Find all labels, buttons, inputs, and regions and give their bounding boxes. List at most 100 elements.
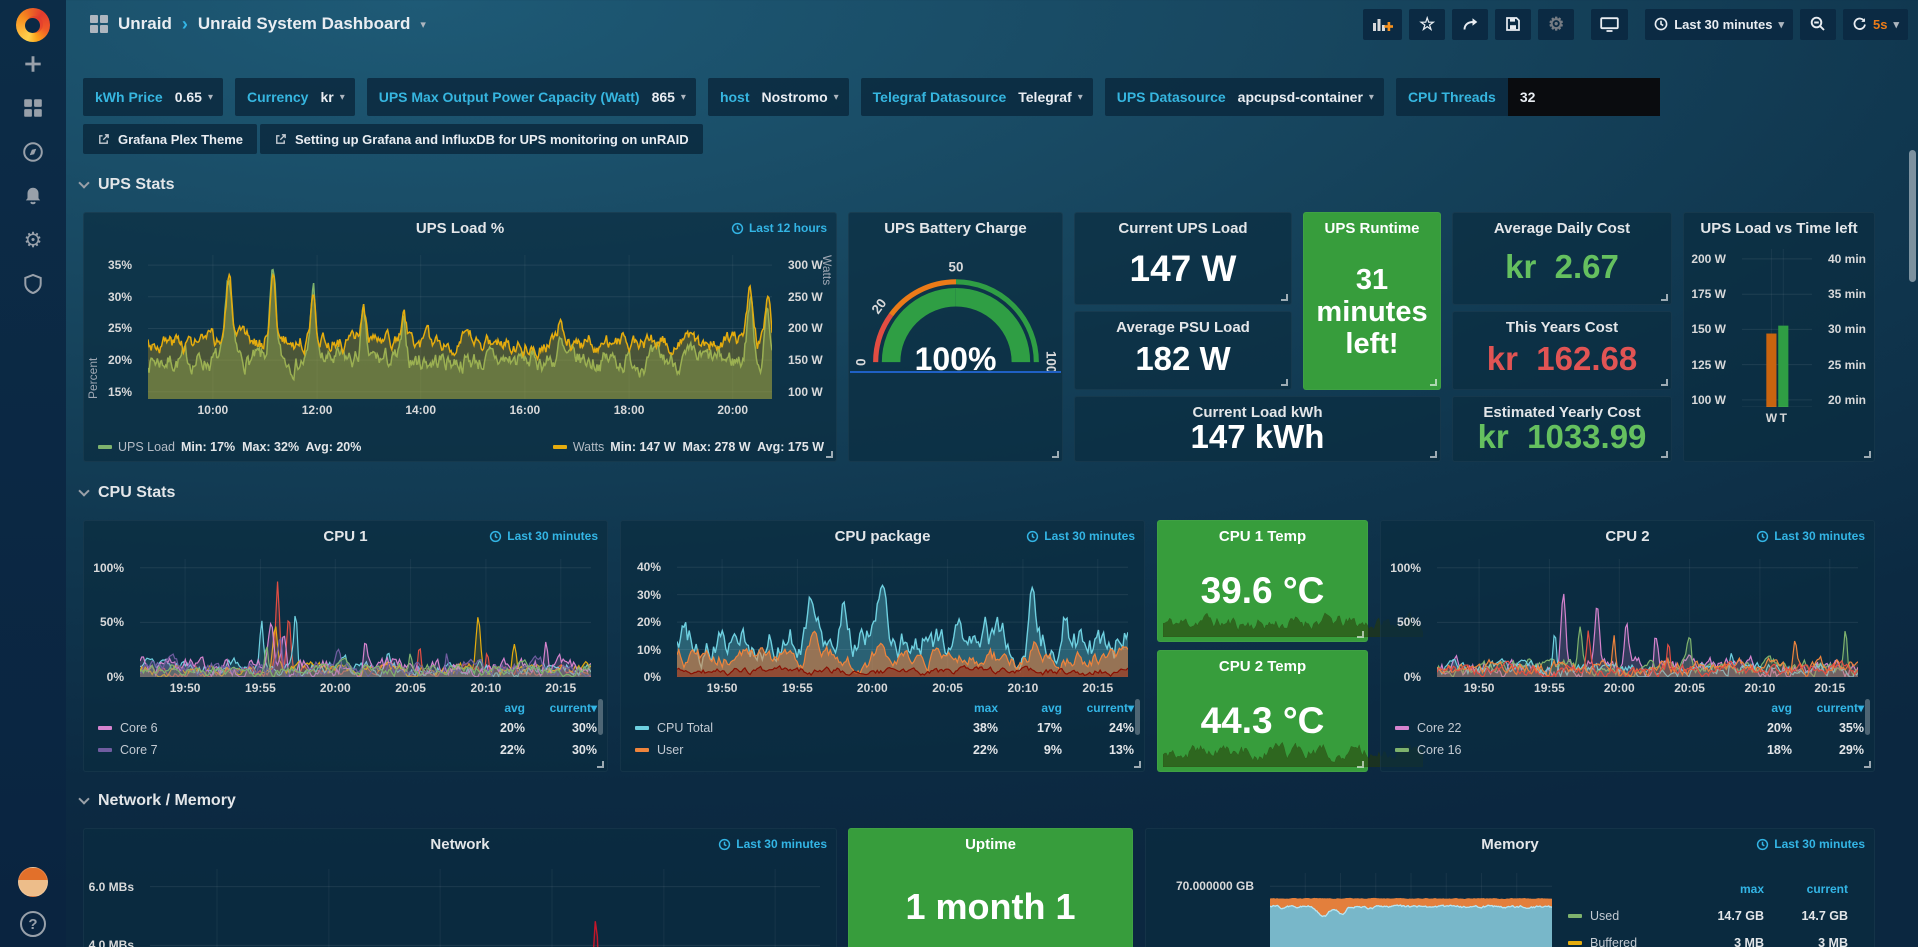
axis-tick: 0% <box>644 670 661 684</box>
panel-title[interactable]: Average Daily Cost <box>1453 220 1671 237</box>
legend-series-core16[interactable]: Core 16 <box>1395 743 1728 757</box>
axis-tick: 20:10 <box>471 681 502 695</box>
clock-icon <box>1756 838 1769 851</box>
panel-resize-handle[interactable] <box>1430 379 1437 386</box>
create-plus-icon[interactable] <box>0 42 66 86</box>
panel-resize-handle[interactable] <box>1052 451 1059 458</box>
load-vs-time-bar-chart[interactable] <box>1742 249 1812 407</box>
panel-title[interactable]: Average PSU Load <box>1075 319 1291 336</box>
alerting-bell-icon[interactable] <box>0 174 66 218</box>
panel-title[interactable]: CPU 1 Temp <box>1158 528 1367 545</box>
time-range-badge: Last 12 hours <box>731 221 827 235</box>
panel-resize-handle[interactable] <box>1661 451 1668 458</box>
panel-resize-handle[interactable] <box>1357 631 1364 638</box>
legend: avgcurrent▾ Core 620%30% Core 722%30% <box>98 699 597 765</box>
help-icon[interactable]: ? <box>20 911 46 937</box>
legend-header-avg[interactable]: avg <box>998 701 1062 715</box>
legend-row: Core 1618%29% <box>1395 739 1864 761</box>
legend-series-buffered[interactable]: Buffered <box>1568 936 1672 947</box>
legend-series-watts[interactable]: WattsMin: 147 W Max: 278 W Avg: 175 W <box>553 440 824 454</box>
panel-title[interactable]: Current UPS Load <box>1075 220 1291 237</box>
legend-header-current[interactable]: current▾ <box>1062 701 1134 715</box>
explore-compass-icon[interactable] <box>0 130 66 174</box>
axis-tick: 20:15 <box>1814 681 1845 695</box>
panel-title[interactable]: UPS Load % <box>84 220 836 237</box>
user-avatar[interactable] <box>18 867 48 897</box>
axis-tick: 30 min <box>1828 322 1866 336</box>
panel-title[interactable]: This Years Cost <box>1453 319 1671 336</box>
legend-series-core7[interactable]: Core 7 <box>98 743 461 757</box>
memory-chart[interactable] <box>1270 873 1552 947</box>
panel-title[interactable]: UPS Load vs Time left <box>1684 220 1874 237</box>
panel-title[interactable]: Uptime <box>849 836 1132 853</box>
legend-header-max[interactable]: max <box>1672 882 1764 896</box>
panel-title[interactable]: Estimated Yearly Cost <box>1453 404 1671 421</box>
panel-resize-handle[interactable] <box>1661 379 1668 386</box>
panel-resize-handle[interactable] <box>1281 379 1288 386</box>
axis-tick: 20:10 <box>1008 681 1039 695</box>
panel-title[interactable]: CPU 2 Temp <box>1158 658 1367 675</box>
axis-tick: 30% <box>637 588 661 602</box>
panel-current-ups-load: Current UPS Load 147 W <box>1074 212 1292 305</box>
legend-header-current[interactable]: current <box>1764 882 1848 896</box>
legend: maxcurrent Used14.7 GB14.7 GB Buffered3 … <box>1568 875 1848 947</box>
axis-tick: 20:00 <box>857 681 888 695</box>
section-network-memory[interactable]: Network / Memory <box>78 792 236 810</box>
panel-resize-handle[interactable] <box>1134 761 1141 768</box>
legend-series-used[interactable]: Used <box>1568 909 1672 923</box>
cpu-package-chart[interactable] <box>677 559 1128 677</box>
panel-cpu-1: CPU 1 Last 30 minutes 100%50%0% 19:5019:… <box>83 520 608 772</box>
clock-icon <box>1026 530 1039 543</box>
ups-load-chart[interactable] <box>148 255 772 399</box>
stat-value: 182 W <box>1075 334 1291 383</box>
legend-header-current[interactable]: current▾ <box>525 701 597 715</box>
server-admin-shield-icon[interactable] <box>0 262 66 306</box>
grafana-logo-icon[interactable] <box>16 8 50 42</box>
axis-tick: 6.0 MBs <box>89 880 134 894</box>
legend-scrollbar[interactable] <box>598 699 603 735</box>
section-ups-stats[interactable]: UPS Stats <box>78 176 174 194</box>
panel-title[interactable]: UPS Battery Charge <box>849 220 1062 237</box>
panel-title[interactable]: Current Load kWh <box>1075 404 1440 421</box>
stat-value: kr 162.68 <box>1453 334 1671 383</box>
panel-resize-handle[interactable] <box>826 451 833 458</box>
cpu1-chart[interactable] <box>140 559 591 677</box>
dashboards-icon[interactable] <box>0 86 66 130</box>
axis-tick: W <box>1766 411 1777 425</box>
y-axis-ticks-left: 200 W175 W150 W125 W100 W <box>1684 249 1734 407</box>
legend-header-avg[interactable]: avg <box>1728 701 1792 715</box>
legend-series-user[interactable]: User <box>635 743 928 757</box>
legend-scrollbar[interactable] <box>1865 699 1870 735</box>
panel-resize-handle[interactable] <box>1864 451 1871 458</box>
panel-ups-battery-charge: UPS Battery Charge 02050100 100% <box>848 212 1063 462</box>
legend: UPS LoadMin: 17% Max: 32% Avg: 20% Watts… <box>98 440 824 454</box>
legend-series-ups-load[interactable]: UPS LoadMin: 17% Max: 32% Avg: 20% <box>98 440 361 454</box>
panel-resize-handle[interactable] <box>597 761 604 768</box>
section-cpu-stats[interactable]: CPU Stats <box>78 484 175 502</box>
configuration-gear-icon[interactable]: ⚙ <box>0 218 66 262</box>
axis-tick: 18:00 <box>614 403 645 417</box>
panel-title[interactable]: UPS Runtime <box>1304 220 1440 237</box>
panel-resize-handle[interactable] <box>1661 294 1668 301</box>
panel-resize-handle[interactable] <box>1357 761 1364 768</box>
stat-value: 39.6 °C <box>1158 547 1367 635</box>
legend-series-core22[interactable]: Core 22 <box>1395 721 1728 735</box>
axis-tick: 20 min <box>1828 393 1866 407</box>
axis-tick: 200 W <box>788 321 823 335</box>
cpu2-chart[interactable] <box>1437 559 1858 677</box>
legend-header-current[interactable]: current▾ <box>1792 701 1864 715</box>
panel-resize-handle[interactable] <box>1864 761 1871 768</box>
chevron-down-icon <box>78 177 89 188</box>
axis-tick: 15% <box>108 385 132 399</box>
legend-scrollbar[interactable] <box>1135 699 1140 735</box>
panel-resize-handle[interactable] <box>1281 294 1288 301</box>
legend-series-core6[interactable]: Core 6 <box>98 721 461 735</box>
axis-tick: 30% <box>108 290 132 304</box>
legend-header-max[interactable]: max <box>928 701 998 715</box>
legend-header-avg[interactable]: avg <box>461 701 525 715</box>
legend-series-cpu-total[interactable]: CPU Total <box>635 721 928 735</box>
panel-resize-handle[interactable] <box>1430 451 1437 458</box>
clock-icon <box>1756 530 1769 543</box>
axis-tick: 14:00 <box>405 403 436 417</box>
network-chart[interactable] <box>150 869 820 947</box>
